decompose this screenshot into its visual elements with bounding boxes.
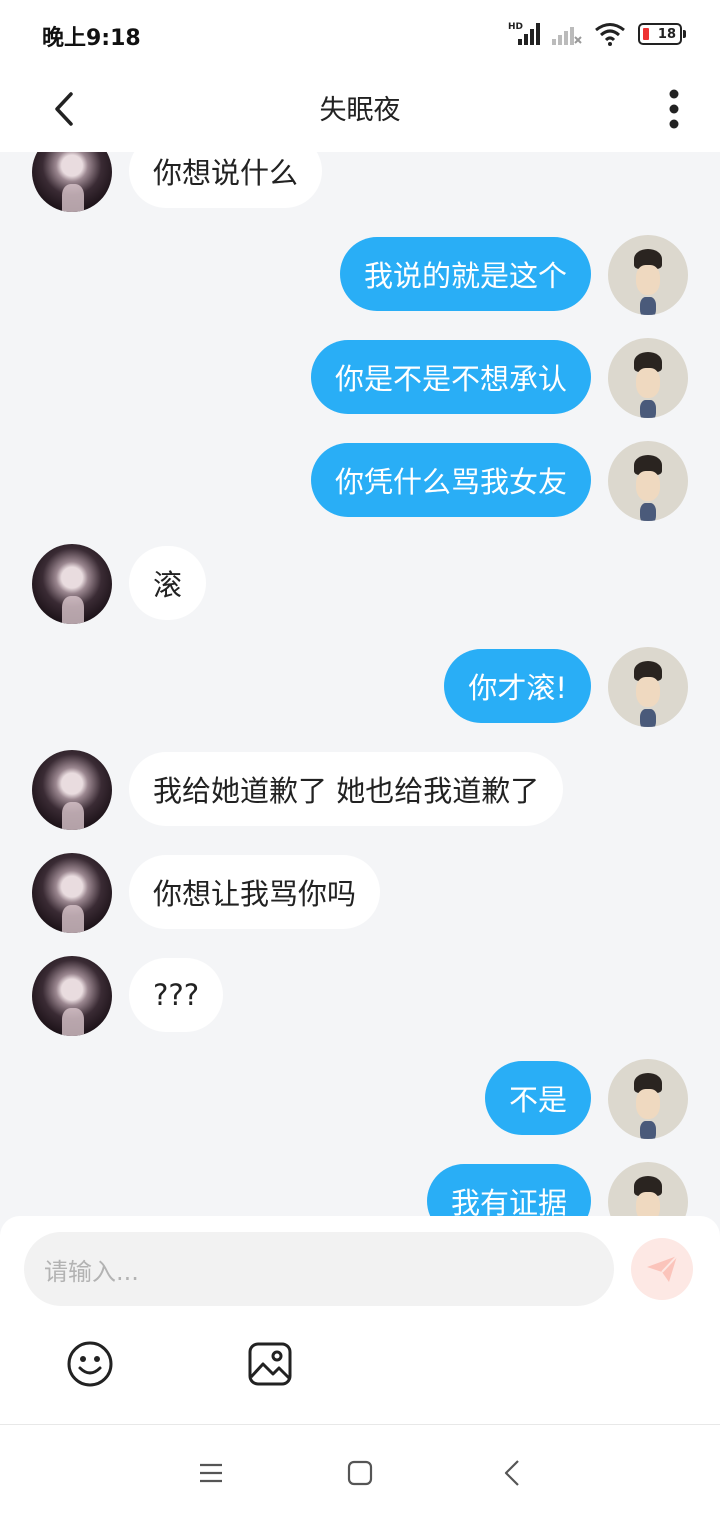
user-avatar[interactable] (608, 338, 688, 418)
network-type-label: HD (508, 22, 523, 32)
contact-avatar[interactable] (32, 544, 112, 624)
message-list[interactable]: 你想说什么 我说的就是这个 你是不是不想承认 你凭什么骂我女友 滚 你才滚! 我… (0, 152, 720, 1216)
nav-menu-button[interactable] (187, 1449, 235, 1497)
message-row: 我给她道歉了 她也给我道歉了 (0, 750, 720, 830)
signal-icon: HD (508, 22, 540, 45)
user-avatar[interactable] (608, 1059, 688, 1139)
message-row: 滚 (0, 544, 720, 624)
chat-header: 失眠夜 (0, 66, 720, 152)
message-row: 我有证据 (0, 1162, 720, 1216)
menu-icon (200, 1463, 222, 1483)
message-row: 你是不是不想承认 (0, 338, 720, 418)
back-triangle-icon (504, 1460, 519, 1486)
message-bubble[interactable]: 滚 (129, 546, 207, 620)
nav-back-button[interactable] (488, 1449, 536, 1497)
status-bar: 晚上9:18 HD 18 (0, 0, 720, 66)
message-bubble[interactable]: 我有证据 (426, 1164, 591, 1216)
message-input[interactable]: 请输入... (24, 1232, 614, 1306)
emoji-button[interactable] (64, 1338, 116, 1390)
home-square-icon (347, 1460, 373, 1486)
message-bubble[interactable]: 我说的就是这个 (339, 237, 591, 311)
message-bubble[interactable]: ??? (129, 958, 224, 1032)
more-options-button[interactable] (654, 82, 694, 136)
message-bubble[interactable]: 你才滚! (444, 649, 591, 723)
contact-avatar[interactable] (32, 853, 112, 933)
input-panel: 请输入... (0, 1216, 720, 1424)
user-avatar[interactable] (608, 441, 688, 521)
message-row: 不是 (0, 1059, 720, 1139)
message-row: 你想让我骂你吗 (0, 853, 720, 933)
status-time: 晚上9:18 (42, 26, 141, 51)
message-input-placeholder: 请输入... (44, 1257, 139, 1286)
message-row: 我说的就是这个 (0, 235, 720, 315)
nav-home-button[interactable] (336, 1449, 384, 1497)
image-icon (248, 1342, 292, 1386)
smiley-icon (67, 1341, 113, 1387)
contact-avatar[interactable] (32, 956, 112, 1036)
message-bubble[interactable]: 你是不是不想承认 (310, 340, 591, 414)
more-vertical-icon (669, 89, 679, 129)
message-bubble[interactable]: 我给她道歉了 她也给我道歉了 (129, 752, 564, 826)
signal-disabled-icon (552, 27, 582, 45)
send-button[interactable] (631, 1238, 693, 1300)
user-avatar[interactable] (608, 1162, 688, 1216)
message-bubble[interactable]: 你想说什么 (129, 152, 323, 208)
user-avatar[interactable] (608, 235, 688, 315)
status-icons: HD 18 (508, 20, 686, 48)
wifi-icon (595, 23, 625, 46)
image-button[interactable] (244, 1338, 296, 1390)
message-bubble[interactable]: 你凭什么骂我女友 (310, 443, 591, 517)
send-icon (647, 1255, 678, 1282)
message-row: 你才滚! (0, 647, 720, 727)
page-title: 失眠夜 (319, 95, 401, 126)
message-bubble[interactable]: 不是 (484, 1061, 591, 1135)
message-row: 你凭什么骂我女友 (0, 441, 720, 521)
battery-level: 18 (657, 26, 676, 42)
message-bubble[interactable]: 你想让我骂你吗 (129, 855, 381, 929)
contact-avatar[interactable] (32, 750, 112, 830)
battery-icon: 18 (638, 23, 686, 45)
contact-avatar[interactable] (32, 152, 112, 212)
system-nav-bar (0, 1424, 720, 1520)
message-row: 你想说什么 (0, 152, 720, 212)
message-row: ??? (0, 956, 720, 1036)
user-avatar[interactable] (608, 647, 688, 727)
